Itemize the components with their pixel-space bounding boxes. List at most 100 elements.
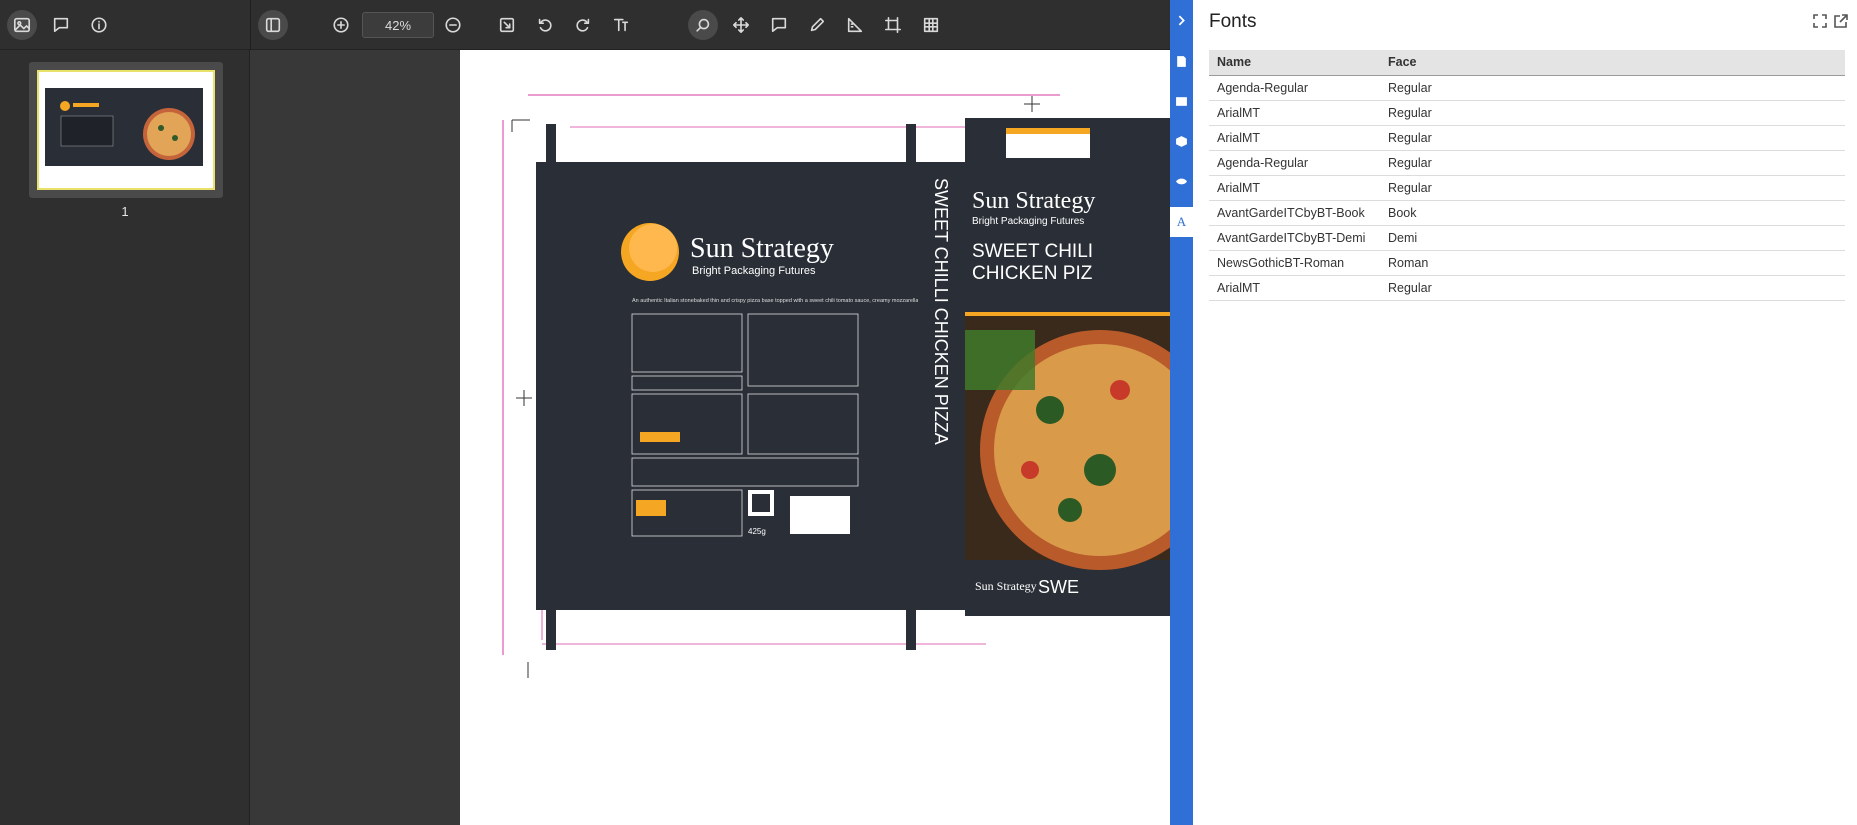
rotate-right-icon [576, 18, 590, 32]
collapse-panel-tab[interactable] [1170, 5, 1193, 35]
font-face-cell: Book [1380, 200, 1845, 226]
rotate-right-button[interactable] [568, 10, 598, 40]
text-tool-button[interactable] [606, 10, 636, 40]
search-button[interactable] [688, 10, 718, 40]
select-area-button[interactable] [878, 10, 908, 40]
side-product-name: SWEET CHILLI CHICKEN PIZZA [931, 178, 951, 445]
table-row[interactable]: Agenda-Regular Regular [1209, 150, 1845, 176]
visibility-tab[interactable] [1170, 166, 1193, 196]
zoom-out-icon [445, 17, 461, 33]
toggle-sidebar-button[interactable] [258, 10, 288, 40]
images-tab[interactable] [1170, 86, 1193, 116]
font-name-cell: Agenda-Regular [1209, 75, 1380, 101]
font-face-cell: Roman [1380, 250, 1845, 276]
open-external-button[interactable] [1833, 13, 1849, 29]
zoom-in-button[interactable] [326, 10, 356, 40]
fonts-tab[interactable]: A [1170, 207, 1193, 237]
comments-view-button[interactable] [46, 10, 76, 40]
font-face-cell: Regular [1380, 125, 1845, 151]
column-header-face[interactable]: Face [1380, 50, 1845, 76]
brand-tagline-text: Bright Packaging Futures [692, 265, 816, 277]
registration-mark-left [516, 390, 532, 406]
brand-name-text: Sun Strategy [690, 233, 834, 264]
objects-tab[interactable] [1170, 126, 1193, 156]
annotate-button[interactable] [764, 10, 794, 40]
document-page: Sun Strategy Bright Packaging Futures An… [460, 50, 1170, 825]
fonts-table-header: Name Face [1209, 50, 1845, 76]
font-name-cell: AvantGardeITCbyBT-Book [1209, 200, 1380, 226]
table-row[interactable]: ArialMT Regular [1209, 275, 1845, 301]
table-row[interactable]: AvantGardeITCbyBT-Book Book [1209, 200, 1845, 226]
font-name-cell: ArialMT [1209, 100, 1380, 126]
pan-tool-button[interactable] [726, 10, 756, 40]
move-icon [732, 16, 750, 34]
top-toolbar: 42% [0, 0, 1170, 50]
fonts-panel: Fonts Name Face Agenda-Regular Regular Ar… [1193, 0, 1857, 825]
expand-panel-button[interactable] [1812, 13, 1828, 29]
table-row[interactable]: ArialMT Regular [1209, 175, 1845, 201]
zoom-in-icon [333, 17, 349, 33]
fonts-panel-title: Fonts [1209, 11, 1257, 32]
panel-tab-strip: A [1170, 0, 1193, 825]
chevron-right-icon [1178, 15, 1185, 25]
rotate-left-button[interactable] [530, 10, 560, 40]
image-icon [1176, 96, 1187, 106]
table-row[interactable]: NewsGothicBT-Roman Roman [1209, 250, 1845, 276]
external-link-icon [1834, 14, 1848, 28]
ruler-icon [847, 17, 863, 33]
text-tool-icon [613, 18, 629, 32]
column-header-name[interactable]: Name [1209, 50, 1380, 76]
font-name-cell: Agenda-Regular [1209, 150, 1380, 176]
info-button[interactable] [84, 10, 114, 40]
weight-text: 425g [748, 527, 766, 536]
front-brand-name: Sun Strategy [972, 188, 1095, 214]
fullscreen-icon [1813, 14, 1827, 28]
zoom-level-input[interactable]: 42% [362, 12, 434, 38]
document-properties-tab[interactable] [1170, 46, 1193, 76]
registration-mark-top [1024, 96, 1040, 112]
image-icon [13, 17, 31, 33]
thumbnail-artwork [45, 88, 203, 166]
rotate-left-icon [538, 18, 552, 32]
thumbnail-sidebar: 1 [0, 50, 250, 825]
table-row[interactable]: ArialMT Regular [1209, 125, 1845, 151]
pen-icon [810, 17, 825, 32]
font-name-cell: AvantGardeITCbyBT-Demi [1209, 225, 1380, 251]
fit-page-button[interactable] [492, 10, 522, 40]
grid-icon [923, 17, 939, 33]
document-icon [1177, 55, 1186, 67]
table-row[interactable]: Agenda-Regular Regular [1209, 75, 1845, 101]
table-row[interactable]: ArialMT Regular [1209, 100, 1845, 126]
font-face-cell: Regular [1380, 150, 1845, 176]
table-row[interactable]: AvantGardeITCbyBT-Demi Demi [1209, 225, 1845, 251]
info-icon [91, 17, 107, 33]
font-name-cell: ArialMT [1209, 125, 1380, 151]
toolbar-divider [250, 0, 251, 50]
back-panel [536, 162, 918, 610]
thumbnails-view-button[interactable] [7, 10, 37, 40]
sidebar-icon [265, 17, 281, 33]
page-thumbnail[interactable] [29, 62, 223, 198]
document-canvas[interactable]: Sun Strategy Bright Packaging Futures An… [250, 50, 1170, 825]
cube-icon [1176, 135, 1187, 147]
page-thumbnail-preview [37, 70, 215, 190]
font-name-cell: ArialMT [1209, 175, 1380, 201]
fit-page-icon [499, 17, 515, 33]
front-bottom-brand: Sun Strategy [975, 579, 1037, 593]
crop-icon [884, 16, 902, 34]
search-icon [696, 18, 710, 32]
front-brand-tagline: Bright Packaging Futures [972, 216, 1084, 227]
measure-tool-button[interactable] [840, 10, 870, 40]
pattern-tool-button[interactable] [916, 10, 946, 40]
front-bottom-product: SWE [1038, 577, 1079, 597]
front-product-line2: CHICKEN PIZ [972, 263, 1093, 284]
font-face-cell: Regular [1380, 275, 1845, 301]
comment-icon [53, 17, 69, 33]
font-face-cell: Regular [1380, 75, 1845, 101]
barcode [790, 496, 850, 534]
draw-tool-button[interactable] [802, 10, 832, 40]
zoom-out-button[interactable] [438, 10, 468, 40]
font-face-cell: Demi [1380, 225, 1845, 251]
eye-icon [1176, 178, 1187, 184]
front-product-line1: SWEET CHILI [972, 241, 1093, 262]
